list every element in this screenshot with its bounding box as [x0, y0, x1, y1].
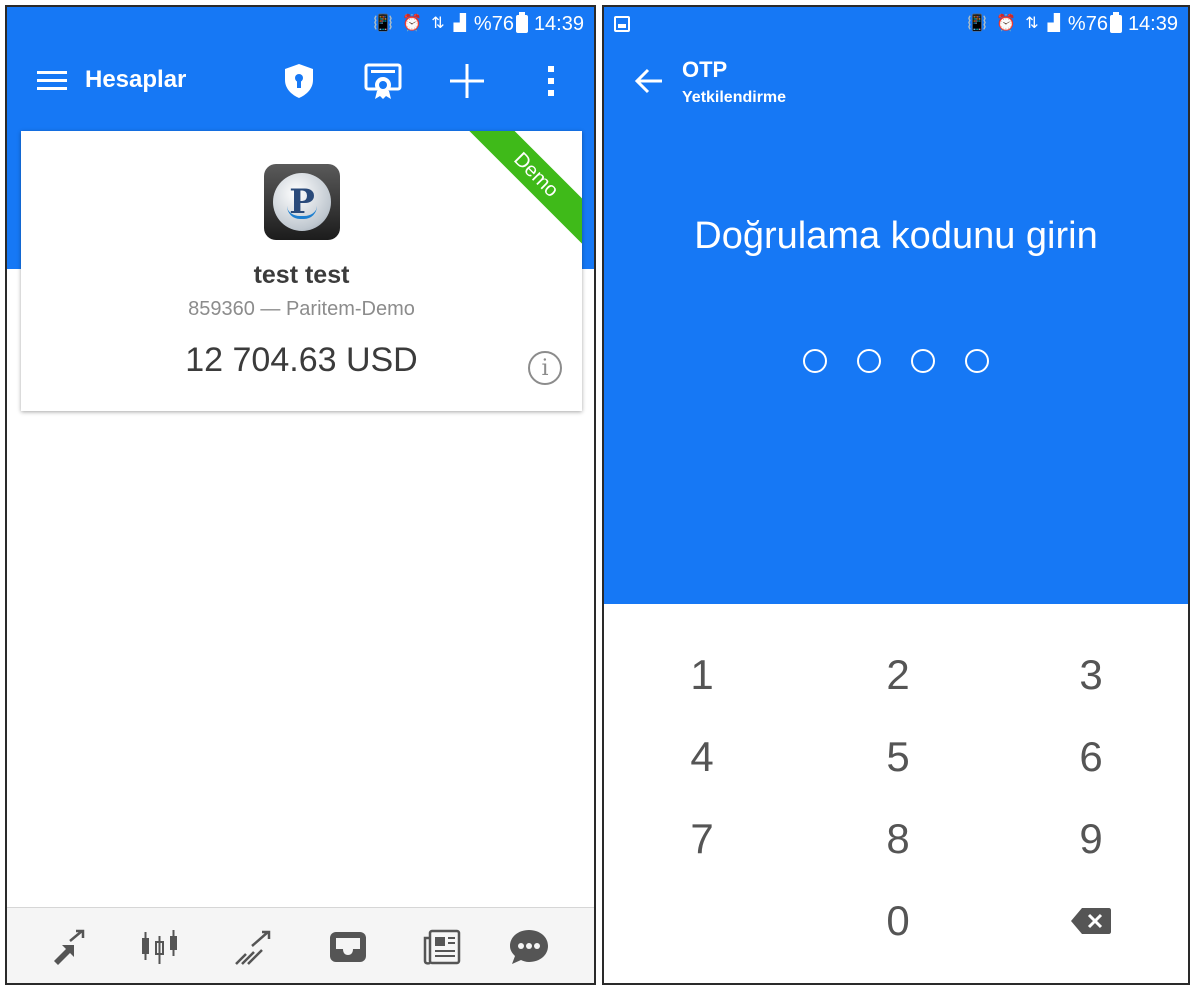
trade-icon[interactable]	[232, 926, 276, 968]
otp-title: OTP	[682, 57, 728, 82]
backspace-icon[interactable]	[1041, 891, 1141, 951]
vibrate-icon: 📳	[373, 15, 394, 32]
broker-logo-letter: P	[273, 173, 331, 231]
clock: 14:39	[533, 12, 584, 35]
battery-icon	[515, 12, 528, 33]
more-vert-icon[interactable]	[531, 61, 571, 101]
key-5[interactable]: 5	[848, 727, 948, 787]
key-0[interactable]: 0	[848, 891, 948, 951]
plus-icon[interactable]	[447, 61, 487, 101]
status-bar: 📳 ⏰ ⇅ ▟ %76 14:39	[7, 7, 594, 41]
pin-dot	[965, 349, 989, 373]
pin-dot	[911, 349, 935, 373]
pin-indicator	[604, 349, 1188, 373]
key-8[interactable]: 8	[848, 809, 948, 869]
otp-subtitle: Yetkilendirme	[682, 89, 787, 106]
key-7[interactable]: 7	[652, 809, 752, 869]
vibrate-icon: 📳	[967, 15, 988, 32]
alarm-icon: ⏰	[402, 15, 423, 32]
clock: 14:39	[1127, 12, 1178, 35]
otp-instruction: Doğrulama kodunu girin	[694, 215, 1098, 257]
broker-logo: P	[264, 164, 340, 240]
signal-icon: ▟	[1047, 15, 1060, 32]
phone-otp-screen: 📳 ⏰ ⇅ ▟ %76 14:39 OTP Yetkilendirme Doğr…	[602, 5, 1190, 985]
back-arrow-icon[interactable]	[632, 65, 668, 97]
battery-percent: %76	[473, 12, 514, 35]
data-icon: ⇅	[1025, 15, 1039, 32]
alarm-icon: ⏰	[996, 15, 1017, 32]
quotes-icon[interactable]	[48, 926, 92, 968]
account-name: test test	[253, 261, 350, 289]
data-icon: ⇅	[431, 15, 445, 32]
pin-dot	[803, 349, 827, 373]
toolbar-title: Hesaplar	[85, 66, 187, 93]
account-number-server: 859360 — Paritem-Demo	[188, 298, 415, 320]
page: 📳 ⏰ ⇅ ▟ %76 14:39 Hesaplar Demo P test t…	[0, 0, 1195, 986]
image-notification-icon	[614, 16, 630, 32]
toolbar: Hesaplar	[7, 47, 594, 117]
key-3[interactable]: 3	[1041, 645, 1141, 705]
chat-icon[interactable]	[507, 926, 551, 968]
status-icons: 📳 ⏰ ⇅ ▟	[967, 16, 1060, 32]
key-4[interactable]: 4	[652, 727, 752, 787]
key-1[interactable]: 1	[652, 645, 752, 705]
status-icons: 📳 ⏰ ⇅ ▟	[373, 16, 466, 32]
signal-icon: ▟	[453, 15, 466, 32]
key-2[interactable]: 2	[848, 645, 948, 705]
account-balance: 12 704.63 USD	[185, 341, 418, 379]
shield-lock-icon[interactable]	[279, 61, 319, 101]
certificate-icon[interactable]	[363, 61, 403, 101]
menu-icon[interactable]	[37, 69, 67, 91]
account-card[interactable]: Demo P test test 859360 — Paritem-Demo 1…	[21, 131, 582, 411]
status-bar: 📳 ⏰ ⇅ ▟ %76 14:39	[604, 7, 1188, 41]
key-9[interactable]: 9	[1041, 809, 1141, 869]
pin-dot	[857, 349, 881, 373]
battery-icon	[1109, 12, 1122, 33]
key-6[interactable]: 6	[1041, 727, 1141, 787]
chart-icon[interactable]	[138, 926, 182, 968]
battery-percent: %76	[1067, 12, 1108, 35]
inbox-icon[interactable]	[326, 926, 370, 968]
phone-accounts-screen: 📳 ⏰ ⇅ ▟ %76 14:39 Hesaplar Demo P test t…	[5, 5, 596, 985]
info-icon[interactable]: i	[528, 351, 562, 385]
demo-badge: Demo	[461, 131, 582, 250]
news-icon[interactable]	[420, 926, 464, 968]
bottom-nav	[7, 907, 594, 983]
